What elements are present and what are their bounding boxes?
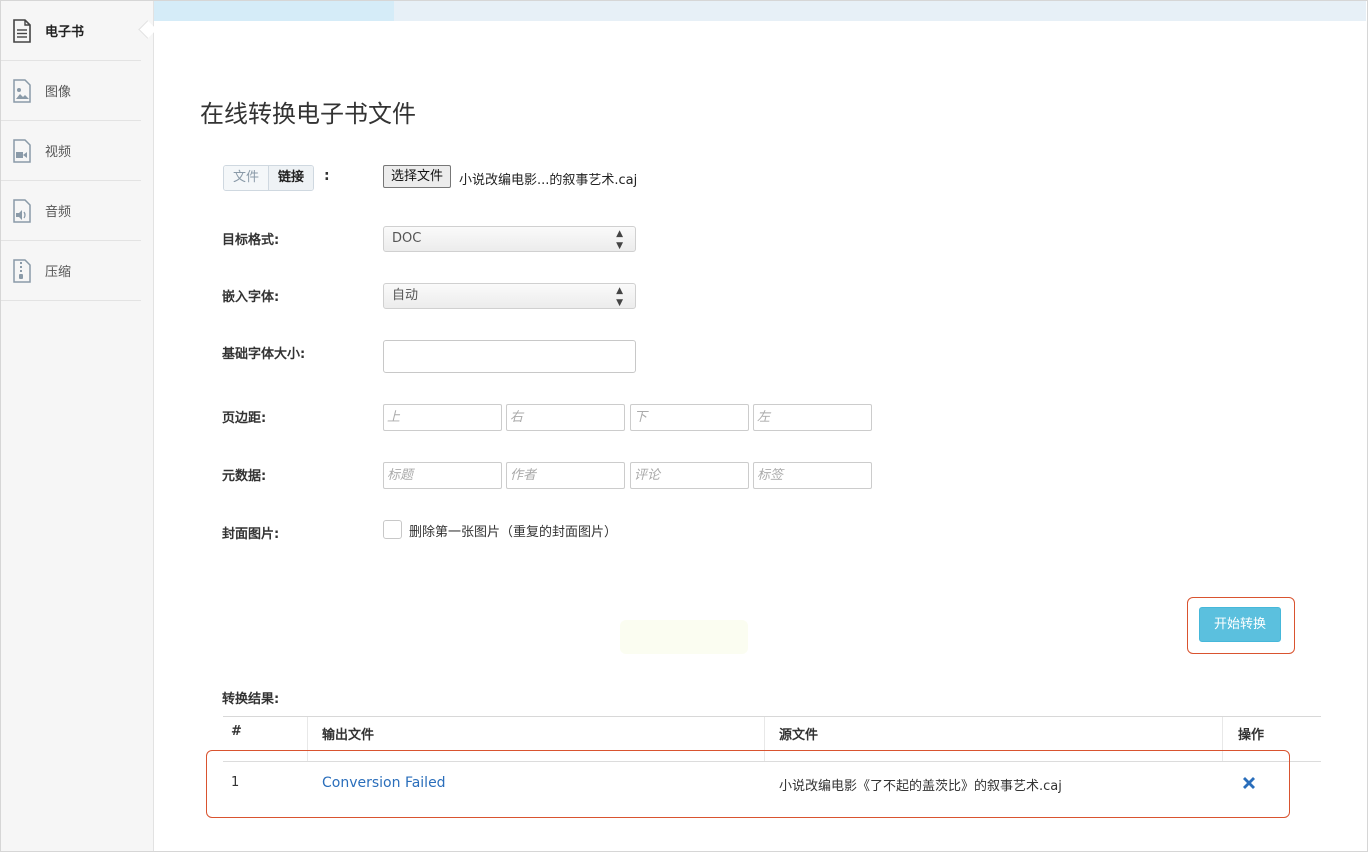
- sidebar-item-archive[interactable]: 压缩: [1, 241, 141, 301]
- embed-font-value: 自动: [392, 288, 419, 303]
- meta-comment-input[interactable]: 评论: [630, 462, 749, 489]
- target-format-label: 目标格式:: [222, 233, 280, 248]
- page-title: 在线转换电子书文件: [200, 100, 416, 129]
- col-header-index: #: [231, 724, 242, 739]
- audio-icon: [11, 198, 33, 224]
- embed-font-label: 嵌入字体:: [222, 290, 280, 305]
- select-arrows-icon: ▲ ▼: [616, 286, 623, 308]
- source-colon: :: [324, 168, 330, 184]
- margin-bottom-input[interactable]: 下: [630, 404, 749, 431]
- margins-label: 页边距:: [222, 411, 267, 426]
- video-icon: [11, 138, 33, 164]
- base-font-size-input[interactable]: [383, 340, 636, 373]
- col-header-output: 输出文件: [322, 728, 375, 743]
- remove-cover-label: 删除第一张图片（重复的封面图片）: [409, 525, 618, 540]
- margin-right-input[interactable]: 右: [506, 404, 625, 431]
- sidebar-item-ebook[interactable]: 电子书: [1, 1, 141, 61]
- tab-file[interactable]: 文件: [224, 166, 270, 190]
- sidebar-item-label: 视频: [45, 145, 72, 160]
- selected-file-name: 小说改编电影...的叙事艺术.caj: [459, 173, 638, 188]
- col-header-action: 操作: [1238, 728, 1265, 743]
- sidebar-item-image[interactable]: 图像: [1, 61, 141, 121]
- margin-top-input[interactable]: 上: [383, 404, 502, 431]
- meta-tags-input[interactable]: 标签: [753, 462, 872, 489]
- sidebar-item-label: 压缩: [45, 265, 72, 280]
- cover-label: 封面图片:: [222, 527, 280, 542]
- choose-file-button[interactable]: 选择文件: [383, 165, 452, 188]
- tab-link[interactable]: 链接: [269, 166, 314, 190]
- sidebar-item-label: 电子书: [45, 25, 85, 40]
- col-header-source: 源文件: [779, 728, 819, 743]
- margin-left-input[interactable]: 左: [753, 404, 872, 431]
- results-label: 转换结果:: [222, 692, 280, 707]
- meta-title-input[interactable]: 标题: [383, 462, 502, 489]
- table-top-border: [223, 716, 1321, 717]
- sidebar-item-label: 音频: [45, 205, 72, 220]
- source-toggle: 文件 链接: [223, 165, 315, 191]
- target-format-value: DOC: [392, 231, 422, 246]
- result-row-highlight: [206, 750, 1290, 818]
- archive-icon: [11, 258, 33, 284]
- sidebar-item-audio[interactable]: 音频: [1, 181, 141, 241]
- sidebar-item-label: 图像: [45, 85, 72, 100]
- top-progress-fill: [154, 1, 394, 21]
- remove-cover-checkbox[interactable]: [383, 520, 402, 539]
- sidebar: 电子书 图像 视频 音频 压缩: [1, 1, 154, 851]
- embed-font-select[interactable]: 自动 ▲ ▼: [383, 283, 636, 309]
- select-arrows-icon: ▲ ▼: [616, 229, 623, 251]
- ghost-placeholder: [620, 620, 748, 654]
- image-icon: [11, 78, 33, 104]
- top-progress-bar: [154, 1, 1366, 21]
- base-font-size-label: 基础字体大小:: [222, 347, 306, 362]
- start-convert-button[interactable]: 开始转换: [1199, 607, 1281, 642]
- metadata-label: 元数据:: [222, 469, 267, 484]
- sidebar-item-video[interactable]: 视频: [1, 121, 141, 181]
- document-icon: [11, 18, 33, 44]
- target-format-select[interactable]: DOC ▲ ▼: [383, 226, 636, 252]
- meta-author-input[interactable]: 作者: [506, 462, 625, 489]
